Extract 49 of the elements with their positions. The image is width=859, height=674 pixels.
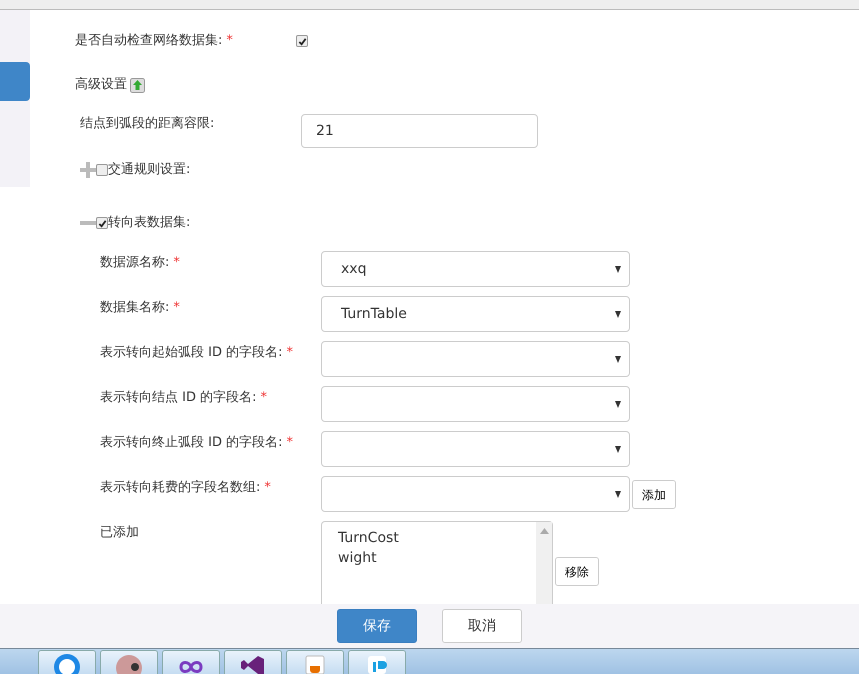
required-mark: *	[286, 345, 293, 360]
section-label: 转向表数据集:	[108, 214, 190, 232]
taskbar-button[interactable]	[162, 650, 220, 674]
dropdown[interactable]	[321, 431, 630, 467]
dropdown[interactable]	[321, 476, 630, 512]
field-label: 表示转向结点 ID 的字段名:	[100, 390, 256, 405]
field-label: 数据源名称:	[100, 255, 170, 270]
caret-icon	[615, 266, 621, 272]
add-button[interactable]: 添加	[632, 480, 676, 509]
dropdown[interactable]: xxq	[321, 251, 630, 287]
dropdown[interactable]: TurnTable	[321, 296, 630, 332]
checkbox[interactable]	[96, 164, 108, 176]
section-label: 交通规则设置:	[108, 161, 190, 180]
caret-icon	[615, 400, 621, 408]
section-label: 高级设置	[75, 76, 127, 94]
required-mark: *	[260, 390, 267, 405]
remove-button[interactable]: 移除	[555, 557, 599, 586]
required-mark: *	[264, 480, 271, 495]
field-label: 数据集名称:	[100, 300, 170, 315]
list-item[interactable]: wight	[338, 548, 520, 568]
infinity-icon	[179, 660, 203, 674]
checkbox[interactable]	[296, 35, 308, 47]
taskbar-button[interactable]	[224, 650, 282, 674]
field-label: 表示转向终止弧段 ID 的字段名:	[100, 435, 282, 450]
list-item[interactable]: TurnCost	[338, 528, 520, 548]
taskbar-button[interactable]	[100, 650, 158, 674]
cancel-button[interactable]: 取消	[442, 609, 522, 643]
scroll-up-icon[interactable]	[540, 528, 548, 534]
required-mark: *	[173, 300, 180, 315]
field-label: 表示转向耗费的字段名数组:	[100, 480, 260, 495]
expand-icon[interactable]	[80, 162, 96, 178]
field-label: 是否自动检查网络数据集:	[75, 33, 222, 48]
dropdown[interactable]	[321, 341, 630, 377]
dropdown[interactable]	[321, 386, 630, 422]
save-button[interactable]: 保存	[337, 609, 417, 643]
checkbox[interactable]	[96, 217, 108, 229]
toggle-icon[interactable]	[130, 78, 146, 92]
field-label: 已添加	[100, 525, 139, 540]
field-label: 结点到弧段的距离容限:	[80, 116, 214, 131]
field-label: 表示转向起始弧段 ID 的字段名:	[100, 345, 282, 360]
search-icon	[52, 652, 82, 674]
caret-icon	[615, 310, 621, 318]
required-mark: *	[226, 33, 233, 48]
caret-icon	[615, 356, 621, 362]
caret-icon	[615, 490, 621, 498]
required-mark: *	[173, 255, 180, 270]
tolerance-input[interactable]: 21	[301, 114, 538, 148]
required-mark: *	[286, 435, 293, 450]
caret-icon	[615, 446, 621, 452]
